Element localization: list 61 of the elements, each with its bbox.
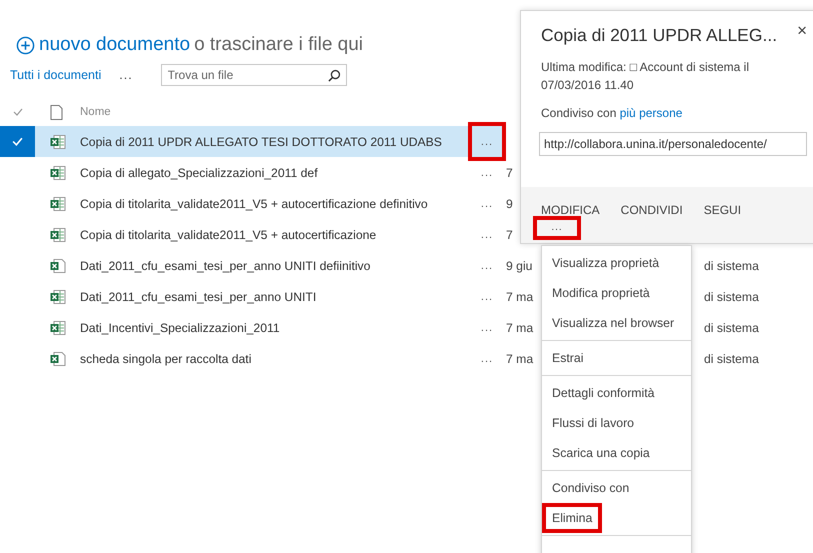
file-name[interactable]: Copia di allegato_Specializzazioni_2011 def	[80, 166, 318, 180]
spreadsheet-icon	[50, 258, 66, 274]
file-name[interactable]: Dati_Incentivi_Specializzazioni_2011	[80, 320, 280, 334]
more-button[interactable]: ...	[472, 281, 502, 312]
close-button[interactable]: ×	[797, 21, 807, 41]
modified-date: 7	[505, 228, 513, 242]
file-name[interactable]: Dati_2011_cfu_esami_tesi_per_anno UNITI	[80, 290, 316, 304]
spreadsheet-icon	[50, 134, 66, 150]
url-field[interactable]: http://collabora.unina.it/personaledocente/	[539, 132, 807, 156]
modified-by: di sistema	[703, 320, 759, 334]
more-button[interactable]: ...	[472, 312, 502, 343]
action-button[interactable]: CONDIVIDI	[620, 203, 683, 217]
menu-item[interactable]: Dettagli conformità	[542, 378, 691, 408]
file-name[interactable]: Copia di titolarita_validate2011_V5 + autocertificazione definitivo	[80, 196, 428, 210]
menu-item[interactable]: Flussi di lavoro	[542, 408, 691, 438]
modified-date: 7 ma	[505, 352, 534, 366]
view-link[interactable]: Tutti i documenti	[10, 68, 102, 82]
modified-by: di sistema	[703, 290, 759, 304]
more-button[interactable]: ...	[472, 157, 502, 188]
add-icon[interactable]	[16, 36, 35, 54]
menu-item[interactable]: Modifica proprietà	[542, 278, 691, 308]
modified-date: 7 ma	[505, 290, 534, 304]
search-icon[interactable]	[328, 69, 341, 82]
more-button[interactable]: ...	[472, 250, 502, 281]
spreadsheet-icon	[50, 164, 66, 180]
modified-date: 9 giu	[505, 258, 532, 272]
spreadsheet-icon	[50, 320, 66, 336]
more-button[interactable]: ...	[472, 219, 502, 250]
menu-item[interactable]: Estrai	[542, 343, 691, 373]
modified-by: di sistema	[703, 352, 759, 366]
drag-hint: o trascinare i file qui	[194, 34, 364, 56]
action-button[interactable]: SEGUI	[704, 203, 742, 217]
more-button[interactable]: ...	[472, 126, 502, 157]
action-button[interactable]: MODIFICA	[541, 203, 600, 217]
spreadsheet-icon	[50, 350, 66, 366]
menu-item[interactable]: Visualizza nel browser	[542, 308, 691, 338]
spreadsheet-icon	[50, 288, 66, 304]
people-link[interactable]: più persone	[620, 106, 682, 120]
menu-item[interactable]: Visualizza proprietà	[542, 248, 691, 278]
modified-date: 7	[505, 166, 513, 180]
column-header[interactable]: Nome	[80, 106, 111, 118]
file-name[interactable]: scheda singola per raccolta dati	[80, 352, 252, 366]
more-button[interactable]: ...	[472, 343, 502, 374]
spreadsheet-icon	[50, 226, 66, 242]
shared-info: Condiviso con più persone	[541, 106, 684, 120]
modified-by: di sistema	[703, 258, 759, 272]
menu-item[interactable]: Condiviso con	[542, 473, 691, 503]
new-document-link[interactable]: nuovo documento	[39, 34, 190, 56]
document-icon	[50, 104, 63, 120]
modified-info: Ultima modifica: □ Account di sistema il 07/03/2016 11.40	[541, 59, 750, 94]
callout-title: Copia di 2011 UPDR ALLEG...	[541, 25, 778, 46]
file-name[interactable]: Copia di titolarita_validate2011_V5 + autocertificazione	[80, 228, 376, 242]
check-icon[interactable]	[12, 107, 22, 117]
more-button[interactable]: ...	[119, 68, 133, 82]
more-button[interactable]: ...	[472, 188, 502, 219]
menu-item[interactable]: Scarica una copia	[542, 438, 691, 468]
search-field[interactable]: Trova un file	[160, 64, 347, 86]
file-name[interactable]: Dati_2011_cfu_esami_tesi_per_anno UNITI defiinitivo	[80, 258, 370, 272]
modified-date: 9	[505, 196, 513, 210]
modified-date: 7 ma	[505, 320, 534, 334]
spreadsheet-icon	[50, 196, 66, 212]
